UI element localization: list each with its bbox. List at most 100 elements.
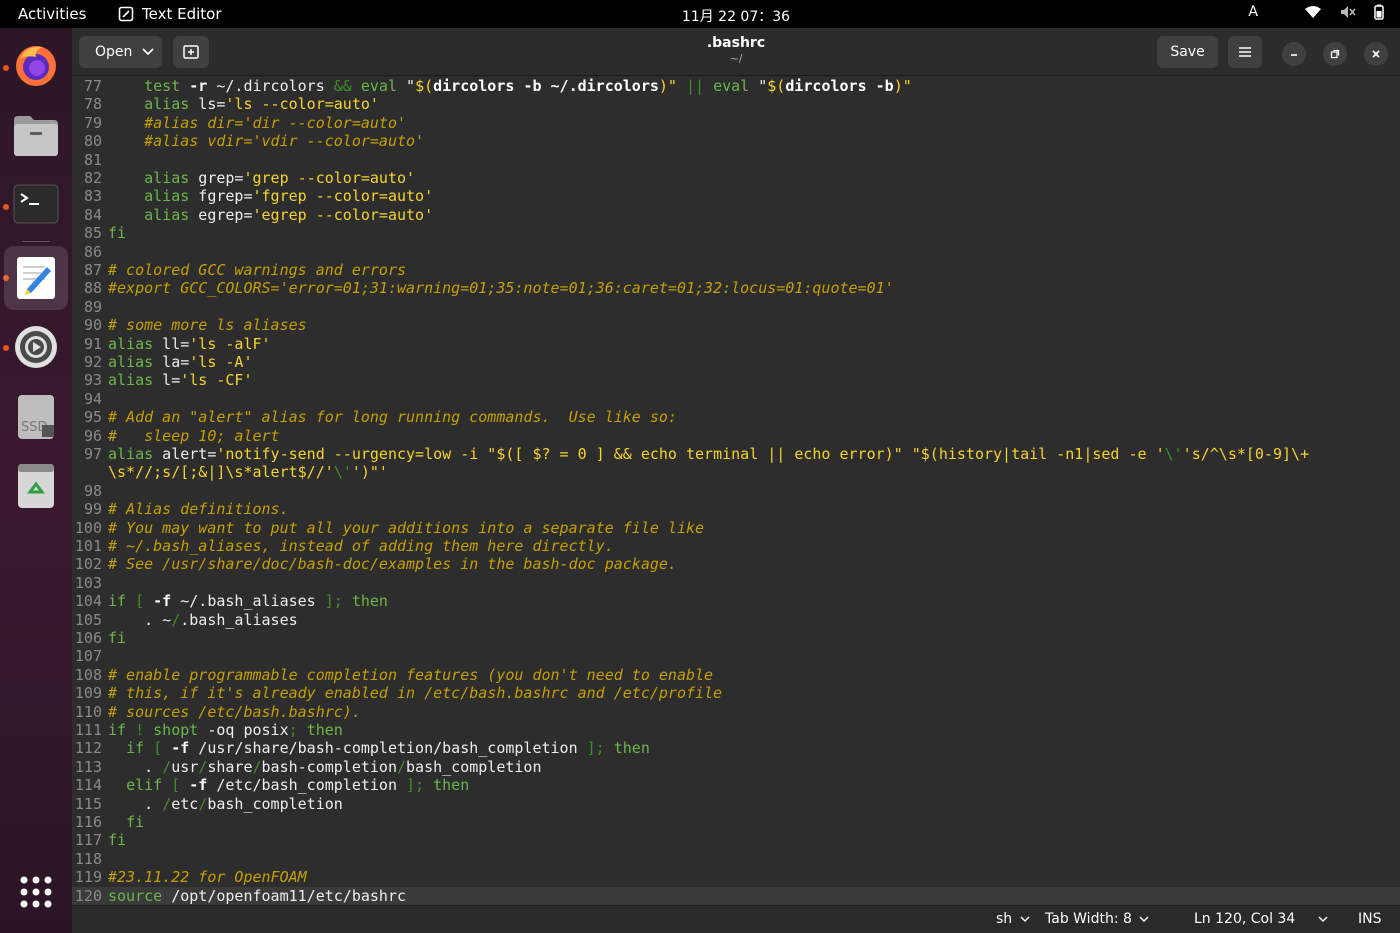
code-line[interactable]: if [ -f /usr/share/bash-completion/bash_… (108, 739, 650, 757)
code-line[interactable]: #alias vdir='vdir --color=auto' (108, 132, 424, 150)
code-token: eval (713, 77, 750, 95)
line-number: 103 (74, 573, 102, 592)
line-number: 91 (83, 334, 102, 353)
code-line[interactable]: # Alias definitions. (108, 500, 289, 518)
code-token: ~/.bash_aliases (171, 592, 325, 611)
code-line[interactable]: if [ -f ~/.bash_aliases ]; then (108, 592, 388, 610)
code-line[interactable]: . /etc/bash_completion (108, 795, 343, 813)
system-tray[interactable]: A (1248, 4, 1384, 20)
code-token: 'ls -CF' (180, 371, 253, 390)
code-line[interactable]: alias l='ls -CF' (108, 371, 253, 389)
dock-firefox[interactable] (10, 39, 62, 91)
code-token: 'fgrep --color=auto' (252, 187, 434, 206)
dock-ssd[interactable]: SSD (10, 391, 62, 443)
cursor-position[interactable]: Ln 120, Col 34 (1194, 911, 1295, 927)
clock[interactable]: 11月 22 07：36 (0, 6, 1400, 26)
code-line[interactable]: elif [ -f /etc/bash_completion ]; then (108, 776, 469, 794)
wifi-icon (1305, 6, 1321, 18)
code-line[interactable]: # enable programmable completion feature… (108, 666, 713, 684)
code-line[interactable]: alias la='ls -A' (108, 353, 253, 371)
code-token: . (108, 757, 163, 776)
code-line[interactable]: # some more ls aliases (108, 316, 307, 334)
line-number: 85 (83, 224, 102, 243)
code-token: -b (875, 77, 894, 95)
code-token: alias (108, 334, 154, 353)
dock-settings[interactable] (10, 321, 62, 373)
code-line[interactable]: # ~/.bash_aliases, instead of adding the… (108, 537, 614, 555)
code-line[interactable]: # sleep 10; alert (108, 427, 280, 445)
tab-width-selector[interactable]: Tab Width: 8 (1045, 911, 1149, 927)
code-line[interactable]: # sources /etc/bash.bashrc). (108, 703, 361, 721)
code-line[interactable]: # See /usr/share/doc/bash-doc/examples i… (108, 555, 677, 573)
code-line[interactable]: #23.11.22 for OpenFOAM (108, 868, 307, 886)
main-menu-button[interactable] (1228, 36, 1262, 68)
code-line[interactable]: if ! shopt -oq posix; then (108, 721, 343, 739)
line-number: 80 (83, 132, 102, 151)
code-line[interactable]: alias egrep='egrep --color=auto' (108, 206, 433, 224)
code-token: $( (767, 77, 786, 95)
code-line[interactable]: alias alert='notify-send --urgency=low -… (108, 445, 1309, 463)
close-button[interactable] (1364, 42, 1388, 66)
code-line[interactable]: alias ll='ls -alF' (108, 335, 271, 353)
code-token: ; (288, 721, 298, 739)
dock-files[interactable] (10, 109, 62, 161)
code-token: 's/^\s*[0-9]\+ (1182, 445, 1310, 463)
code-line[interactable]: fi (108, 813, 144, 831)
save-button[interactable]: Save (1157, 36, 1218, 68)
code-line[interactable]: #alias dir='dir --color=auto' (108, 114, 406, 132)
code-token: / (198, 794, 208, 813)
language-selector[interactable]: sh (996, 911, 1030, 927)
code-line[interactable]: alias grep='grep --color=auto' (108, 169, 415, 187)
code-token: )" (658, 77, 677, 95)
code-line[interactable]: fi (108, 629, 126, 647)
line-number: 94 (83, 389, 102, 408)
show-applications-button[interactable] (10, 866, 62, 918)
code-token: # some more ls aliases (108, 316, 307, 335)
text-editor-area[interactable]: 77 test -r ~/.dircolors && eval "$(dirco… (72, 76, 1400, 905)
code-line[interactable]: # You may want to put all your additions… (108, 519, 704, 537)
code-line[interactable]: . ~/.bash_aliases (108, 611, 298, 629)
line-number: 112 (74, 739, 102, 758)
code-token: l= (153, 371, 181, 390)
code-token: alias (108, 445, 154, 463)
code-line[interactable]: \s*//;s/[;&|]\s*alert$//'\'')"' (108, 463, 388, 481)
code-line[interactable]: alias fgrep='fgrep --color=auto' (108, 187, 433, 205)
maximize-button[interactable] (1323, 42, 1347, 66)
line-number: 104 (74, 592, 102, 611)
position-menu-button[interactable] (1318, 911, 1328, 927)
line-number: 99 (83, 500, 102, 519)
terminal-icon (13, 184, 59, 224)
dock-terminal[interactable] (10, 178, 62, 230)
code-line[interactable]: source /opt/openfoam11/etc/bashrc (108, 887, 406, 905)
minimize-button[interactable] (1282, 42, 1306, 66)
code-line[interactable]: test -r ~/.dircolors && eval "$(dircolor… (108, 77, 912, 95)
code-line[interactable]: # this, if it's already enabled in /etc/… (108, 684, 722, 702)
code-line[interactable]: # Add an "alert" alias for long running … (108, 408, 677, 426)
line-number: 113 (74, 757, 102, 776)
code-line[interactable]: #export GCC_COLORS='error=01;31:warning=… (108, 279, 894, 297)
code-line[interactable]: # colored GCC warnings and errors (108, 261, 406, 279)
code-line[interactable]: alias ls='ls --color=auto' (108, 95, 379, 113)
line-number: 77 (83, 77, 102, 95)
code-line[interactable]: . /usr/share/bash-completion/bash_comple… (108, 757, 541, 776)
hamburger-menu-icon (1239, 47, 1251, 57)
line-number: 88 (83, 279, 102, 298)
code-line[interactable]: fi (108, 831, 126, 849)
dock-trash[interactable] (10, 460, 62, 512)
code-token: \s*//;s/[;&|]\s*alert$//' (108, 463, 334, 482)
dock-text-editor[interactable] (4, 246, 68, 310)
code-line[interactable]: fi (108, 224, 126, 242)
code-token: / (252, 757, 262, 776)
code-token: # sources /etc/bash.bashrc). (108, 702, 361, 721)
code-token: if (108, 592, 127, 611)
input-method-indicator[interactable]: A (1248, 4, 1258, 20)
code-token: ]; (324, 592, 343, 611)
code-token: [ (135, 592, 145, 611)
